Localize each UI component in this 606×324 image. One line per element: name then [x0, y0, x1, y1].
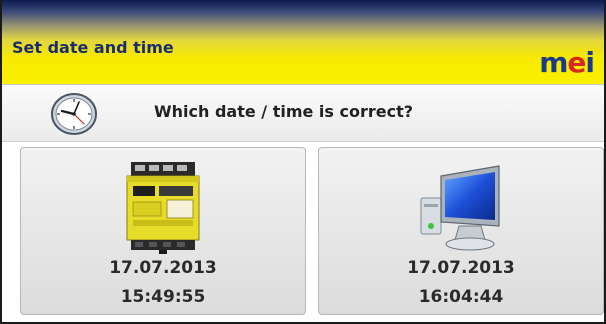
question-bar: Which date / time is correct?: [2, 85, 604, 142]
clock-icon: [48, 91, 100, 137]
mei-logo: mei: [539, 46, 595, 79]
device-date: 17.07.2013: [109, 258, 217, 278]
header-bar: Set date and time mei: [2, 0, 604, 85]
logo-letter-e: e: [567, 46, 586, 79]
device-time: 15:49:55: [120, 287, 206, 307]
computer-monitor-icon: [319, 156, 603, 256]
device-time-choice-button[interactable]: 17.07.2013 15:49:55: [20, 147, 306, 315]
question-text: Which date / time is correct?: [154, 102, 414, 121]
page-title: Set date and time: [12, 38, 174, 57]
controller-device-icon: [21, 156, 305, 256]
pc-time-choice-button[interactable]: 17.07.2013 16:04:44: [318, 147, 604, 315]
logo-letter-i: i: [585, 46, 595, 79]
pc-time: 16:04:44: [418, 287, 504, 307]
set-date-time-window: Set date and time mei Which date / time …: [0, 0, 606, 324]
pc-date: 17.07.2013: [407, 258, 515, 278]
logo-letter-m: m: [539, 46, 568, 79]
